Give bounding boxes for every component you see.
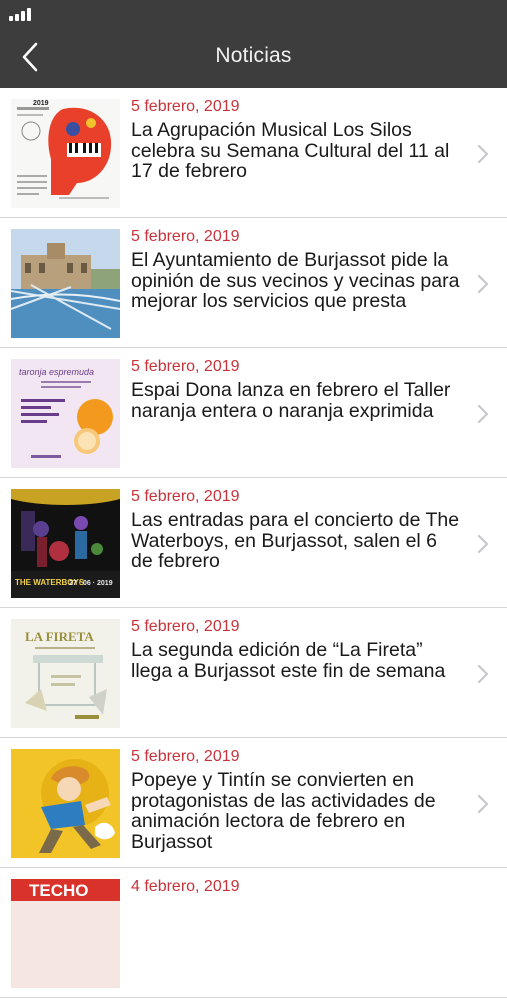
news-item[interactable]: taronja espremuda 5 febrero, 2019 Espai … — [0, 348, 507, 478]
news-item[interactable]: 5 febrero, 2019 Popeye y Tintín se convi… — [0, 738, 507, 868]
news-date: 5 febrero, 2019 — [131, 228, 240, 245]
news-date: 5 febrero, 2019 — [131, 358, 240, 375]
news-thumbnail — [11, 749, 120, 858]
news-thumbnail: LA FIRETA — [11, 619, 120, 728]
news-item[interactable]: LA FIRETA 5 febrero, 2019 La segunda edi… — [0, 608, 507, 738]
news-item[interactable]: 5 febrero, 2019 El Ayuntamiento de Burja… — [0, 218, 507, 348]
signal-icon — [9, 8, 31, 21]
news-title: Popeye y Tintín se convierten en protago… — [131, 769, 436, 853]
chevron-right-icon — [477, 404, 489, 424]
app-header: Noticias — [0, 0, 507, 88]
chevron-right-icon — [477, 534, 489, 554]
news-date: 5 febrero, 2019 — [131, 98, 240, 115]
news-thumbnail — [11, 229, 120, 338]
news-list: 2019 5 febrero, 2019 La Agrupación Music… — [0, 88, 507, 998]
news-item[interactable]: 2019 5 febrero, 2019 La Agrupación Music… — [0, 88, 507, 218]
thumb-text: 2019 — [33, 100, 49, 107]
chevron-right-icon — [477, 144, 489, 164]
news-date: 5 febrero, 2019 — [131, 748, 240, 765]
news-thumbnail: TECHO — [11, 879, 120, 988]
chevron-right-icon — [477, 664, 489, 684]
news-title: Espai Dona lanza en febrero el Taller na… — [131, 379, 451, 422]
page-title: Noticias — [215, 44, 292, 67]
news-date: 5 febrero, 2019 — [131, 488, 240, 505]
news-thumbnail: taronja espremuda — [11, 359, 120, 468]
chevron-right-icon — [477, 794, 489, 814]
thumb-text: TECHO — [29, 881, 89, 900]
news-title: La segunda edición de “La Fireta” llega … — [131, 639, 446, 682]
thumb-text: LA FIRETA — [25, 629, 94, 644]
news-title: El Ayuntamiento de Burjassot pide la opi… — [131, 249, 460, 312]
news-item[interactable]: THE WATERBOYS 27 · 06 · 2019 5 febrero, … — [0, 478, 507, 608]
chevron-right-icon — [477, 274, 489, 294]
news-title: Las entradas para el concierto de The Wa… — [131, 509, 460, 572]
news-title: La Agrupación Musical Los Silos celebra … — [131, 119, 450, 182]
news-date: 5 febrero, 2019 — [131, 618, 240, 635]
thumb-text: taronja espremuda — [19, 367, 94, 377]
news-thumbnail: THE WATERBOYS 27 · 06 · 2019 — [11, 489, 120, 598]
news-item[interactable]: TECHO 4 febrero, 2019 — [0, 868, 507, 998]
thumb-text: 27 · 06 · 2019 — [69, 580, 113, 587]
news-date: 4 febrero, 2019 — [131, 878, 240, 895]
news-thumbnail: 2019 — [11, 99, 120, 208]
